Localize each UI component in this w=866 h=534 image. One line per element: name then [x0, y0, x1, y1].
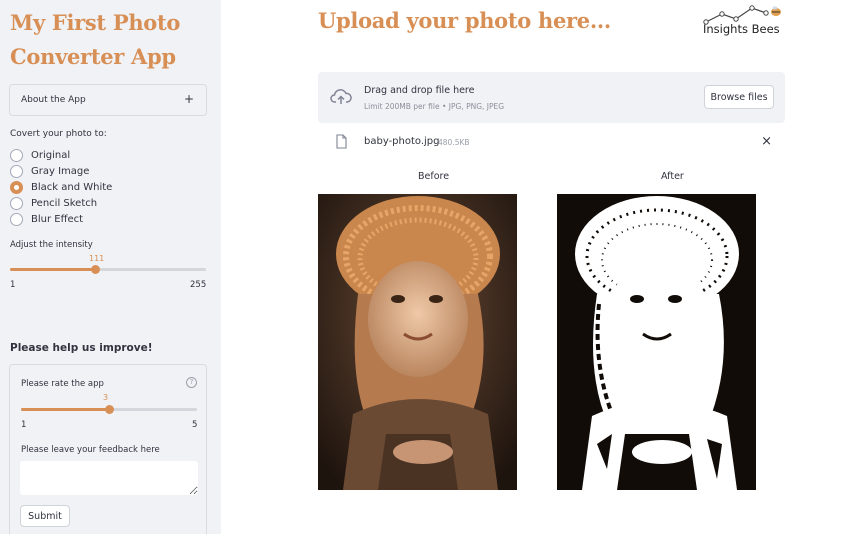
- radio-circle[interactable]: [10, 212, 23, 226]
- radio-label: Original: [31, 149, 71, 161]
- dropzone-limit: Limit 200MB per file • JPG, PNG, JPEG: [364, 102, 505, 111]
- feedback-caption: Please leave your feedback here: [21, 445, 160, 455]
- after-photo: [557, 194, 756, 490]
- before-photo-image: [318, 194, 517, 490]
- dropzone-title: Drag and drop file here: [364, 85, 475, 96]
- feedback-form: Please rate the app ? 3 1 5 Please leave…: [9, 364, 207, 534]
- rating-slider[interactable]: [21, 405, 197, 414]
- radio-label: Black and White: [31, 181, 113, 193]
- feedback-textarea[interactable]: [20, 461, 198, 495]
- file-icon: [336, 134, 347, 149]
- intensity-slider[interactable]: [10, 265, 206, 274]
- rating-slider-value: 3: [103, 393, 109, 402]
- help-improve-heading: Please help us improve!: [10, 342, 153, 354]
- intensity-slider-value: 111: [89, 254, 105, 263]
- radio-option-blur-effect[interactable]: Blur Effect: [10, 211, 112, 227]
- uploaded-file-size: 480.5KB: [438, 138, 470, 147]
- intensity-slider-caption: Adjust the intensity: [10, 240, 93, 250]
- radio-circle[interactable]: [10, 164, 23, 178]
- radio-label: Gray Image: [31, 165, 90, 177]
- radio-circle[interactable]: [10, 196, 23, 210]
- app-title: My First Photo Converter App: [10, 10, 181, 69]
- rating-slider-min: 1: [21, 420, 27, 430]
- expand-plus-icon: +: [183, 92, 194, 106]
- file-dropzone[interactable]: Drag and drop file here Limit 200MB per …: [318, 72, 785, 123]
- insights-bees-logo: Insights Bees: [700, 2, 800, 40]
- radio-label: Pencil Sketch: [31, 197, 98, 209]
- uploaded-file-row: baby-photo.jpg 480.5KB ×: [318, 130, 785, 154]
- radio-circle[interactable]: [10, 180, 23, 194]
- intensity-slider-fill: [10, 268, 95, 271]
- sidebar: My First Photo Converter App About the A…: [0, 0, 221, 534]
- convert-radio-group: Original Gray Image Black and White Pencil …: [10, 147, 112, 227]
- rate-app-caption: Please rate the app: [21, 379, 104, 389]
- before-photo: [318, 194, 517, 490]
- logo-text: Insights Bees: [703, 22, 780, 36]
- radio-label: Blur Effect: [31, 213, 84, 225]
- after-label: After: [661, 171, 684, 182]
- radio-option-pencil-sketch[interactable]: Pencil Sketch: [10, 195, 112, 211]
- radio-option-original[interactable]: Original: [10, 147, 112, 163]
- help-circle-icon[interactable]: ?: [186, 377, 197, 388]
- intensity-slider-thumb[interactable]: [91, 265, 100, 274]
- cloud-upload-icon: [330, 89, 352, 104]
- about-app-expander[interactable]: About the App +: [9, 84, 207, 116]
- convert-radio-caption: Covert your photo to:: [10, 129, 107, 139]
- intensity-slider-min: 1: [10, 280, 16, 290]
- rating-slider-max: 5: [192, 420, 198, 430]
- before-label: Before: [418, 171, 450, 182]
- uploaded-file-name: baby-photo.jpg: [364, 136, 440, 147]
- page-title: Upload your photo here...: [318, 8, 611, 33]
- radio-circle[interactable]: [10, 148, 23, 162]
- after-photo-image: [557, 194, 756, 490]
- rating-slider-fill: [21, 408, 109, 411]
- close-icon[interactable]: ×: [761, 134, 772, 149]
- rating-slider-thumb[interactable]: [105, 405, 114, 414]
- radio-option-black-and-white[interactable]: Black and White: [10, 179, 112, 195]
- about-app-label: About the App: [21, 95, 86, 105]
- submit-button[interactable]: Submit: [20, 505, 70, 527]
- radio-option-gray-image[interactable]: Gray Image: [10, 163, 112, 179]
- intensity-slider-max: 255: [190, 280, 207, 290]
- browse-files-button[interactable]: Browse files: [704, 85, 774, 109]
